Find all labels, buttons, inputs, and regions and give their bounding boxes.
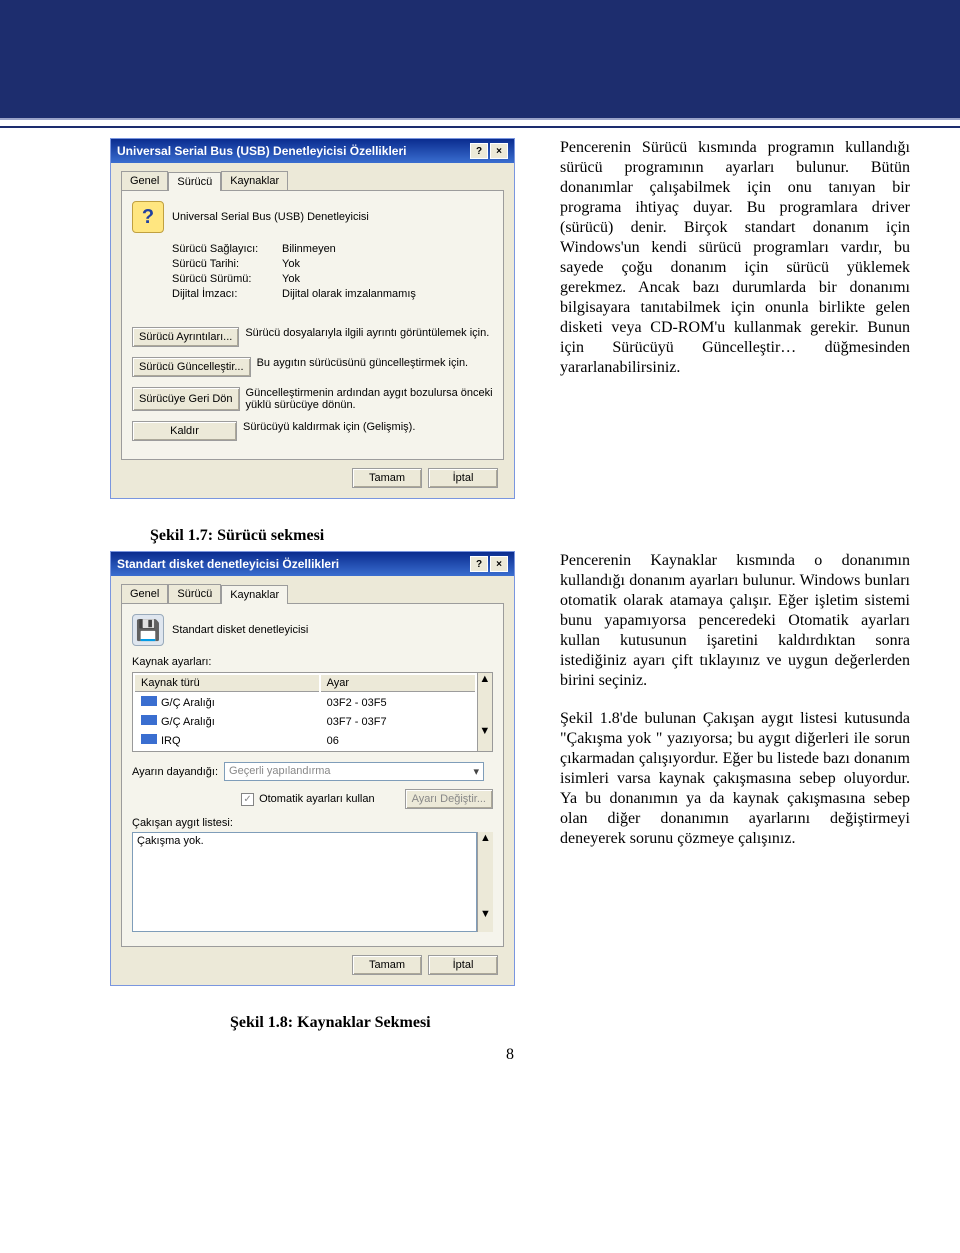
close-icon[interactable]: × (490, 556, 508, 572)
chevron-down-icon: ▾ (474, 765, 480, 778)
driver-properties-table: Sürücü Sağlayıcı:Bilinmeyen Sürücü Tarih… (172, 243, 493, 300)
help-icon[interactable]: ? (470, 143, 488, 159)
io-range-icon (141, 715, 157, 725)
dialog-title-text: Standart disket denetleyicisi Özellikler… (117, 557, 339, 571)
tabstrip: Genel Sürücü Kaynaklar (121, 584, 504, 603)
tab-panel-resources: 💾 Standart disket denetleyicisi Kaynak a… (121, 603, 504, 947)
cell: IRQ (161, 735, 181, 747)
update-driver-desc: Bu aygıtın sürücüsünü güncelleştirmek iç… (257, 357, 493, 377)
prop-key: Sürücü Sağlayıcı: (172, 243, 282, 255)
prop-key: Sürücü Tarihi: (172, 258, 282, 270)
conflict-listbox[interactable]: Çakışma yok. (132, 832, 477, 932)
tabstrip: Genel Sürücü Kaynaklar (121, 171, 504, 190)
tab-general[interactable]: Genel (121, 171, 168, 190)
table-row[interactable]: G/Ç Aralığı 03F7 - 03F7 (135, 713, 475, 730)
prop-val: Yok (282, 258, 300, 270)
cancel-button[interactable]: İptal (428, 955, 498, 975)
device-name: Standart disket denetleyicisi (172, 624, 308, 636)
figure-caption-1-7: Şekil 1.7: Sürücü sekmesi (150, 527, 910, 545)
cell: G/Ç Aralığı (161, 716, 215, 728)
cell: 03F2 - 03F5 (321, 694, 475, 711)
tab-driver[interactable]: Sürücü (168, 584, 221, 603)
prop-val: Yok (282, 273, 300, 285)
col-setting[interactable]: Ayar (321, 675, 475, 692)
remove-driver-desc: Sürücüyü kaldırmak için (Gelişmiş). (243, 421, 493, 441)
change-setting-button[interactable]: Ayarı Değiştir... (405, 789, 493, 809)
driver-details-desc: Sürücü dosyalarıyla ilgili ayrıntı görün… (245, 327, 493, 347)
prop-key: Dijital İmzacı: (172, 288, 282, 300)
close-icon[interactable]: × (490, 143, 508, 159)
page-number: 8 (110, 1046, 910, 1064)
cancel-button[interactable]: İptal (428, 468, 498, 488)
dialog-titlebar[interactable]: Standart disket denetleyicisi Özellikler… (111, 552, 514, 576)
based-on-label: Ayarın dayandığı: (132, 766, 218, 778)
conflict-list-value: Çakışma yok. (137, 835, 472, 847)
resource-settings-label: Kaynak ayarları: (132, 656, 493, 668)
paragraph-resources-tab: Pencerenin Kaynaklar kısmında o donanımı… (560, 551, 910, 691)
resource-settings-table[interactable]: Kaynak türü Ayar G/Ç Aralığı 03F2 - 03F5… (133, 673, 477, 751)
header-underline (0, 126, 960, 128)
tab-resources[interactable]: Kaynaklar (221, 585, 288, 604)
table-row[interactable]: IRQ 06 (135, 732, 475, 749)
paragraph-conflict-list: Şekil 1.8'de bulunan Çakışan aygıt liste… (560, 709, 910, 849)
rollback-driver-button[interactable]: Sürücüye Geri Dön (132, 387, 240, 411)
help-icon[interactable]: ? (470, 556, 488, 572)
cell: 03F7 - 03F7 (321, 713, 475, 730)
io-range-icon (141, 696, 157, 706)
table-row[interactable]: G/Ç Aralığı 03F2 - 03F5 (135, 694, 475, 711)
prop-key: Sürücü Sürümü: (172, 273, 282, 285)
dialog-titlebar[interactable]: Universal Serial Bus (USB) Denetleyicisi… (111, 139, 514, 163)
cell: G/Ç Aralığı (161, 697, 215, 709)
cell: 06 (321, 732, 475, 749)
conflict-list-label: Çakışan aygıt listesi: (132, 817, 493, 829)
driver-details-button[interactable]: Sürücü Ayrıntıları... (132, 327, 239, 347)
floppy-controller-icon: 💾 (132, 614, 164, 646)
irq-icon (141, 734, 157, 744)
tab-driver[interactable]: Sürücü (168, 172, 221, 191)
rollback-driver-desc: Güncelleştirmenin ardından aygıt bozulur… (246, 387, 493, 411)
prop-val: Dijital olarak imzalanmamış (282, 288, 416, 300)
col-resource-type[interactable]: Kaynak türü (135, 675, 319, 692)
driver-properties-dialog: Universal Serial Bus (USB) Denetleyicisi… (110, 138, 515, 499)
unknown-device-icon: ? (132, 201, 164, 233)
document-header-band (0, 0, 960, 120)
remove-driver-button[interactable]: Kaldır (132, 421, 237, 441)
dropdown-value: Geçerli yapılandırma (229, 765, 331, 778)
paragraph-driver-tab: Pencerenin Sürücü kısmında programın kul… (560, 138, 910, 378)
auto-settings-label: Otomatik ayarları kullan (259, 793, 375, 805)
resources-properties-dialog: Standart disket denetleyicisi Özellikler… (110, 551, 515, 986)
tab-resources[interactable]: Kaynaklar (221, 171, 288, 190)
tab-panel-driver: ? Universal Serial Bus (USB) Denetleyici… (121, 190, 504, 460)
auto-settings-checkbox[interactable]: ✓ (241, 793, 254, 806)
figure-caption-1-8: Şekil 1.8: Kaynaklar Sekmesi (230, 1014, 910, 1032)
device-name: Universal Serial Bus (USB) Denetleyicisi (172, 211, 369, 223)
ok-button[interactable]: Tamam (352, 955, 422, 975)
configuration-dropdown[interactable]: Geçerli yapılandırma ▾ (224, 762, 484, 781)
prop-val: Bilinmeyen (282, 243, 336, 255)
tab-general[interactable]: Genel (121, 584, 168, 603)
dialog-title-text: Universal Serial Bus (USB) Denetleyicisi… (117, 144, 406, 158)
update-driver-button[interactable]: Sürücü Güncelleştir... (132, 357, 251, 377)
scrollbar[interactable]: ▲ ▼ (477, 673, 492, 751)
ok-button[interactable]: Tamam (352, 468, 422, 488)
page-body: Universal Serial Bus (USB) Denetleyicisi… (0, 138, 960, 1094)
scrollbar[interactable]: ▲ ▼ (477, 832, 493, 932)
